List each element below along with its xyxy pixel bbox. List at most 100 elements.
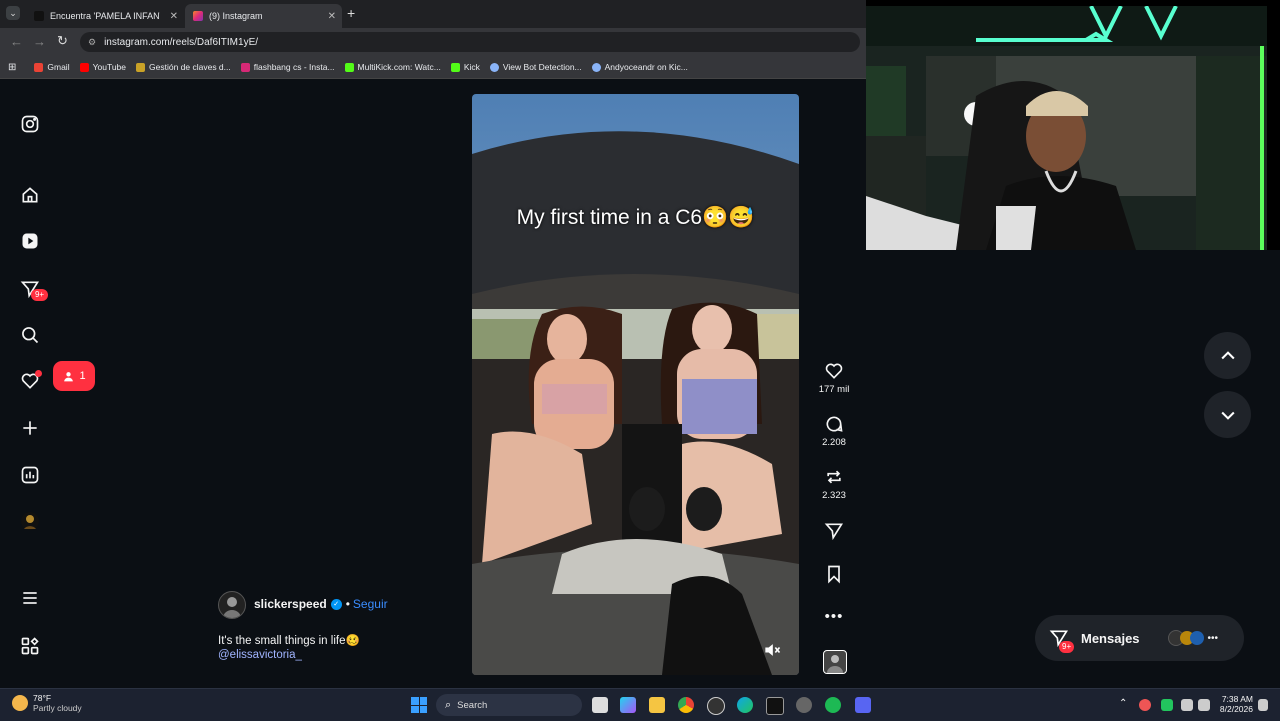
- start-button[interactable]: [411, 697, 427, 713]
- new-follower-popup[interactable]: 1: [53, 361, 95, 391]
- file-explorer-icon[interactable]: [649, 697, 665, 713]
- instagram-icon: [240, 62, 250, 72]
- back-icon[interactable]: ←: [10, 34, 23, 49]
- search-placeholder: Search: [457, 699, 488, 711]
- clock-date: 8/2/2026: [1219, 704, 1253, 714]
- globe-icon: [489, 62, 499, 72]
- more-apps-icon[interactable]: [20, 636, 40, 656]
- bookmark-viewbot[interactable]: View Bot Detection...: [489, 62, 582, 72]
- tab-title: (9) Instagram: [209, 11, 263, 21]
- like-count: 177 mil: [818, 384, 850, 395]
- dot-separator: •: [345, 597, 350, 611]
- chrome-icon[interactable]: [678, 697, 694, 713]
- bookmark-claves[interactable]: Gestión de claves d...: [136, 62, 231, 72]
- forward-icon[interactable]: →: [33, 34, 46, 49]
- obs-icon[interactable]: [707, 697, 725, 715]
- site-info-icon[interactable]: ⚙: [88, 37, 96, 48]
- tab-encuentra[interactable]: Encuentra 'PAMELA INFANTE' e ✕: [26, 4, 184, 28]
- settings-icon[interactable]: [796, 697, 812, 713]
- bookmark-multikick[interactable]: MultiKick.com: Watc...: [344, 62, 441, 72]
- previous-reel-button[interactable]: [1204, 332, 1251, 379]
- reel-author-line: slickerspeed ✓ • Seguir: [254, 597, 388, 611]
- clock[interactable]: 7:38 AM 8/2/2026: [1215, 694, 1253, 714]
- microphone-icon[interactable]: [1161, 699, 1173, 711]
- edge-icon[interactable]: [737, 697, 753, 713]
- messages-pill[interactable]: 9+ Mensajes •••: [1035, 615, 1244, 661]
- volume-icon[interactable]: [1198, 699, 1210, 711]
- weather-widget[interactable]: 78°F Partly cloudy: [12, 693, 82, 713]
- tab-search-button[interactable]: ⌄: [6, 6, 20, 20]
- chevron-down-icon: [1220, 411, 1235, 420]
- weather-icon: [12, 695, 28, 711]
- close-tab-icon[interactable]: ✕: [328, 11, 336, 22]
- profile-avatar[interactable]: [20, 511, 40, 531]
- follow-button[interactable]: Seguir: [353, 597, 388, 611]
- messages-badge: 9+: [31, 289, 48, 301]
- globe-icon: [591, 62, 601, 72]
- copilot-icon[interactable]: [620, 697, 636, 713]
- notifications-icon[interactable]: [1258, 699, 1268, 711]
- reels-icon[interactable]: [20, 231, 40, 251]
- apps-icon[interactable]: ⊞: [8, 62, 16, 73]
- spotify-icon[interactable]: [825, 697, 841, 713]
- bookmark-gmail[interactable]: Gmail: [34, 62, 70, 72]
- dashboard-icon[interactable]: [20, 465, 40, 485]
- share-action[interactable]: [812, 521, 856, 544]
- home-icon[interactable]: [20, 185, 40, 205]
- more-icon: •••: [1207, 632, 1219, 644]
- chevron-up-icon[interactable]: ⌃: [1119, 698, 1127, 709]
- address-bar[interactable]: ⚙ instagram.com/reels/Daf6ITIM1yE/: [80, 32, 860, 52]
- webcam-image: [866, 6, 1267, 250]
- bookmark-icon: [828, 565, 840, 584]
- toolbar: ← → ↻ ⚙ instagram.com/reels/Daf6ITIM1yE/: [0, 28, 866, 56]
- repost-count: 2.323: [822, 490, 846, 501]
- search-icon: ⌕: [445, 698, 452, 711]
- reel-video[interactable]: My first time in a C6😳😅: [472, 94, 799, 675]
- new-tab-button[interactable]: +: [347, 5, 355, 21]
- tray-app-icon[interactable]: [1139, 699, 1151, 711]
- tab-instagram[interactable]: (9) Instagram ✕: [185, 4, 342, 28]
- windows-taskbar: 78°F Partly cloudy ⌕ Search ⌃ 7:38 AM 8/…: [0, 688, 1280, 721]
- repost-action[interactable]: 2.323: [812, 467, 856, 501]
- tab-title: Encuentra 'PAMELA INFANTE' e: [50, 11, 160, 21]
- mute-icon[interactable]: [762, 640, 782, 660]
- reel-overlay-text: My first time in a C6😳😅: [516, 206, 755, 229]
- like-action[interactable]: 177 mil: [812, 361, 856, 395]
- bookmark-flashbang[interactable]: flashbang cs - Insta...: [240, 62, 335, 72]
- discord-icon[interactable]: [855, 697, 871, 713]
- multikick-icon: [344, 62, 354, 72]
- audio-thumbnail[interactable]: [823, 650, 847, 674]
- reel-mention[interactable]: @elissavictoria_: [218, 649, 302, 661]
- reel-username[interactable]: slickerspeed: [254, 597, 327, 611]
- comment-count: 2.208: [822, 437, 846, 448]
- save-action[interactable]: [812, 564, 856, 587]
- network-icon[interactable]: [1181, 699, 1193, 711]
- taskbar-search[interactable]: ⌕ Search: [436, 694, 582, 716]
- new-follower-count: 1: [79, 370, 86, 382]
- task-view-icon[interactable]: [592, 697, 608, 713]
- tiktok-icon: [34, 11, 44, 21]
- close-tab-icon[interactable]: ✕: [170, 11, 178, 22]
- gmail-icon: [34, 62, 44, 72]
- weather-desc: Partly cloudy: [33, 703, 82, 713]
- bookmarks-bar: ⊞ Gmail YouTube Gestión de claves d... f…: [0, 56, 866, 79]
- share-icon: [824, 523, 844, 541]
- menu-icon[interactable]: [20, 588, 40, 608]
- bookmark-andyocean[interactable]: Andyoceandr on Kic...: [591, 62, 688, 72]
- reel-author-avatar[interactable]: [218, 591, 246, 619]
- search-icon[interactable]: [20, 325, 40, 345]
- reload-icon[interactable]: ↻: [57, 33, 68, 49]
- notification-dot: [35, 370, 42, 377]
- bookmark-kick[interactable]: Kick: [450, 62, 480, 72]
- bookmark-youtube[interactable]: YouTube: [79, 62, 126, 72]
- clock-time: 7:38 AM: [1221, 694, 1253, 704]
- next-reel-button[interactable]: [1204, 391, 1251, 438]
- app-icon[interactable]: [766, 697, 784, 715]
- instagram-logo-icon[interactable]: [20, 114, 40, 134]
- reel-caption: It's the small things in life🥴: [218, 635, 360, 647]
- more-options-icon[interactable]: •••: [812, 608, 856, 625]
- heart-icon: [825, 363, 843, 379]
- comment-icon: [826, 416, 843, 432]
- comment-action[interactable]: 2.208: [812, 414, 856, 448]
- create-icon[interactable]: [20, 418, 40, 438]
